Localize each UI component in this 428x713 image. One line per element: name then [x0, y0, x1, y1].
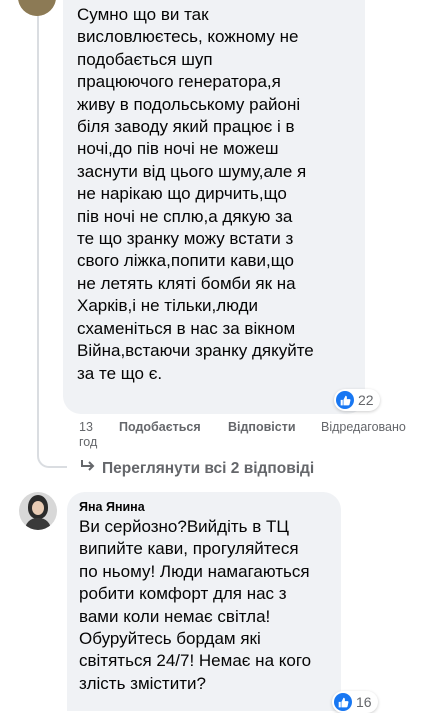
comment-author[interactable]: Яна Янина [79, 500, 329, 514]
reply-arrow-icon [80, 459, 102, 478]
edited-label: Відредаговано [321, 420, 406, 434]
thread-line-vertical [37, 0, 39, 452]
comment-text: Сумно що ви так висловлюєтесь, кожному н… [77, 5, 314, 383]
avatar[interactable] [18, 0, 56, 16]
comment-text: Ви серйозно?Вийдіть в ТЦ випийте кави, п… [79, 517, 312, 693]
like-button[interactable]: Подобається [119, 420, 201, 434]
reaction-badge[interactable]: 22 [334, 389, 380, 411]
avatar[interactable] [19, 492, 57, 530]
thumbs-up-icon [334, 693, 352, 711]
view-replies-button[interactable]: Переглянути всі 2 відповіді [80, 459, 314, 478]
reaction-count: 16 [356, 694, 372, 710]
comment-bubble: Яна Янина Ви серйозно?Вийдіть в ТЦ випий… [67, 492, 341, 711]
comment-time[interactable]: 13 год [79, 420, 97, 450]
reply-button[interactable]: Відповісти [228, 420, 296, 434]
thumbs-up-icon [336, 391, 354, 409]
view-replies-label: Переглянути всі 2 відповіді [102, 459, 315, 477]
thread-line-curve [37, 450, 67, 468]
comment-actions: 13 год Подобається Відповісти Відредагов… [79, 420, 419, 454]
reaction-count: 22 [358, 392, 374, 408]
comment-bubble: Сумно що ви так висловлюєтесь, кожному н… [63, 0, 365, 414]
